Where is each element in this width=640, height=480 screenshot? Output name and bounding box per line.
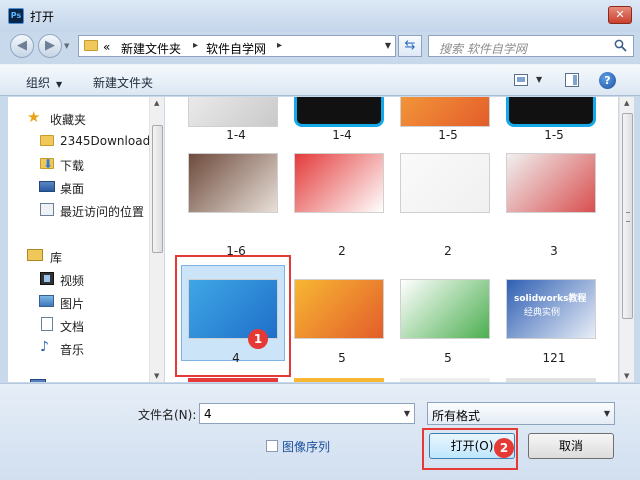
file-name-label: 2 (444, 244, 452, 258)
navigation-pane: ★ 收藏夹 2345Downloads ⬇ 下载 桌面 最近访问的位置 库 视频… (8, 97, 164, 382)
annotation-badge-2: 2 (494, 438, 514, 458)
recent-locations-chevron-icon[interactable]: ▼ (64, 42, 69, 50)
folder-icon (40, 135, 54, 146)
breadcrumb-current[interactable]: 软件自学网 (206, 40, 266, 57)
sidebar-item-documents[interactable]: 文档 (8, 314, 156, 336)
search-icon (614, 39, 627, 52)
file-type-value: 所有格式 (432, 409, 481, 423)
file-name-label: 2 (338, 244, 346, 258)
file-dialog-footer: 文件名(N): 4 ▼ 所有格式 ▼ 图像序列 打开(O) 取消 2 (0, 383, 640, 480)
file-list-scrollbar[interactable]: ▲ ▼ (619, 97, 634, 382)
sidebar-item-music[interactable]: ♪ 音乐 (8, 337, 156, 359)
chevron-down-icon[interactable]: ▼ (404, 409, 410, 418)
annotation-badge-1: 1 (248, 329, 268, 349)
command-toolbar: 组织 ▼ 新建文件夹 ▼ ? (0, 64, 640, 96)
filename-label: 文件名(N): (138, 408, 197, 422)
scroll-down-arrow-icon[interactable]: ▼ (624, 372, 629, 380)
forward-arrow-icon[interactable]: ▶ (38, 34, 62, 58)
video-icon (40, 272, 54, 285)
sidebar-item-2345downloads[interactable]: 2345Downloads (8, 130, 156, 152)
sidebar-item-videos[interactable]: 视频 (8, 268, 156, 290)
address-dropdown-icon[interactable]: ▼ (385, 41, 391, 50)
thumbnail-title-text: solidworks教程 (514, 294, 587, 304)
breadcrumb-overflow[interactable]: « (103, 40, 110, 54)
close-button[interactable]: ✕ (608, 6, 632, 24)
photoshop-app-icon: Ps (8, 8, 24, 24)
new-folder-button[interactable]: 新建文件夹 (93, 74, 153, 91)
file-thumbnail-item[interactable]: 5 (288, 97, 392, 365)
image-sequence-checkbox[interactable] (266, 440, 278, 452)
folder-icon (84, 40, 98, 51)
sidebar-item-desktop[interactable]: 桌面 (8, 176, 156, 198)
cancel-button[interactable]: 取消 (528, 433, 614, 459)
breadcrumb-new-folder[interactable]: 新建文件夹 (121, 40, 181, 57)
sidebar-item-recent-places[interactable]: 最近访问的位置 (8, 199, 156, 221)
preview-pane-icon[interactable] (565, 73, 579, 87)
scroll-down-arrow-icon[interactable]: ▼ (154, 372, 159, 380)
image-thumbnail-partial[interactable] (188, 378, 278, 382)
file-name-label: 121 (542, 351, 566, 365)
sidebar-item-favorites[interactable]: ★ 收藏夹 (8, 107, 156, 129)
navigation-scrollbar[interactable]: ▲ ▼ (149, 97, 164, 382)
breadcrumb-separator[interactable]: ▸ (193, 40, 198, 51)
recent-places-icon (40, 203, 54, 216)
image-thumbnail (294, 279, 384, 339)
sidebar-item-pictures[interactable]: 图片 (8, 291, 156, 313)
image-thumbnail-partial[interactable] (506, 378, 596, 382)
scroll-up-arrow-icon[interactable]: ▲ (154, 99, 159, 107)
file-thumbnail-item[interactable]: 4 (182, 97, 286, 365)
chevron-down-icon[interactable]: ▼ (604, 409, 610, 418)
title-bar: Ps 打开 ✕ (0, 0, 640, 32)
pictures-icon (39, 295, 54, 307)
file-list: 1-4 1-4 1-5 1-5 1-6 2 2 3 4 5 5 121 solidworks教程 经典实例… (165, 97, 618, 382)
sidebar-item-libraries[interactable]: 库 (8, 245, 156, 267)
file-name-label: 5 (444, 351, 452, 365)
image-thumbnail-partial[interactable] (294, 378, 384, 382)
file-name-label: 3 (550, 244, 558, 258)
scroll-up-arrow-icon[interactable]: ▲ (624, 99, 629, 107)
sidebar-item-downloads[interactable]: ⬇ 下载 (8, 153, 156, 175)
address-row: ◀ ▶ ▼ « 新建文件夹 ▸ 软件自学网 ▸ ▼ ⇆ 搜索 软件自学网 (0, 32, 640, 60)
help-icon[interactable]: ? (599, 72, 616, 89)
download-arrow-icon: ⬇ (43, 157, 54, 171)
document-icon (41, 317, 53, 331)
search-placeholder: 搜索 软件自学网 (439, 42, 527, 56)
change-view-icon[interactable] (514, 74, 528, 86)
file-name-label: 5 (338, 351, 346, 365)
file-thumbnail-item[interactable]: 5 (394, 97, 498, 365)
computer-icon (30, 379, 46, 382)
view-options-chevron-icon[interactable]: ▼ (536, 75, 542, 84)
address-bar[interactable]: « 新建文件夹 ▸ 软件自学网 ▸ ▼ (78, 35, 396, 57)
window-title: 打开 (30, 10, 55, 24)
star-icon: ★ (27, 108, 41, 126)
filename-value[interactable]: 4 (204, 407, 212, 421)
desktop-icon (39, 181, 55, 192)
music-note-icon: ♪ (40, 339, 49, 355)
library-icon (27, 249, 43, 261)
back-arrow-icon[interactable]: ◀ (10, 34, 34, 58)
image-thumbnail (400, 279, 490, 339)
sidebar-item-computer-partial[interactable] (8, 377, 156, 382)
scrollbar-thumb[interactable] (152, 125, 163, 253)
filename-input[interactable]: 4 ▼ (199, 403, 415, 424)
search-input[interactable]: 搜索 软件自学网 (428, 35, 634, 57)
breadcrumb-separator[interactable]: ▸ (277, 40, 282, 51)
annotation-box-file (175, 255, 291, 377)
image-thumbnail-partial[interactable] (400, 378, 490, 382)
chevron-down-icon: ▼ (56, 80, 63, 89)
thumbnail-subtitle-text: 经典实例 (524, 308, 561, 318)
image-sequence-label[interactable]: 图像序列 (282, 438, 330, 455)
organize-menu[interactable]: 组织 ▼ (26, 74, 62, 91)
refresh-icon[interactable]: ⇆ (398, 35, 422, 57)
file-thumbnail-item[interactable]: 121 solidworks教程经典实例 (500, 97, 604, 365)
file-type-select[interactable]: 所有格式 ▼ (427, 402, 615, 425)
scrollbar-thumb[interactable] (622, 113, 633, 319)
